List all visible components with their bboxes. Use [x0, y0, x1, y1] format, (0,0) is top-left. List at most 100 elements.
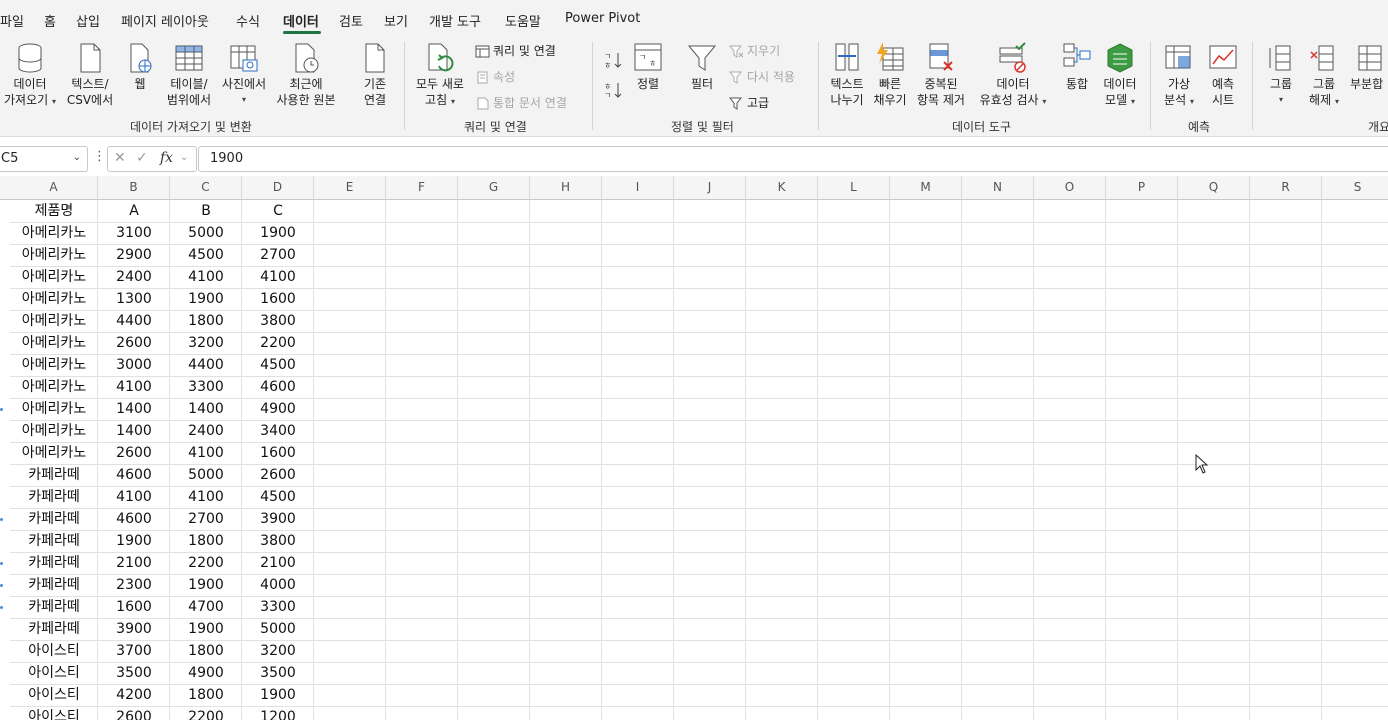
table-cell[interactable]: 3800 [242, 310, 314, 332]
filter-button[interactable]: 필터 [682, 42, 722, 92]
tab-page-layout[interactable]: 페이지 레이아웃 [121, 11, 209, 30]
table-cell[interactable]: 3400 [242, 420, 314, 442]
table-cell[interactable]: 2700 [170, 508, 242, 530]
table-cell[interactable]: 3300 [242, 596, 314, 618]
table-cell[interactable]: 아메리카노 [10, 398, 98, 420]
table-cell[interactable]: 5000 [170, 222, 242, 244]
table-cell[interactable]: 3300 [170, 376, 242, 398]
header-cell[interactable]: 제품명 [10, 200, 98, 222]
table-cell[interactable]: 5000 [170, 464, 242, 486]
tab-data[interactable]: 데이터 [283, 11, 319, 30]
table-cell[interactable]: 카페라떼 [10, 618, 98, 640]
header-cell[interactable]: C [242, 200, 314, 222]
edit-links-button[interactable]: 통합 문서 연결 [475, 95, 567, 111]
table-cell[interactable]: 1400 [98, 398, 170, 420]
table-cell[interactable]: 4600 [242, 376, 314, 398]
remove-duplicates-button[interactable]: 중복된 항목 제거 [912, 42, 970, 108]
sort-button[interactable]: ㄱ ㅎ 정렬 [628, 42, 668, 92]
table-cell[interactable]: 2900 [98, 244, 170, 266]
ungroup-button[interactable]: 그룹 해제 ▾ [1304, 42, 1344, 110]
table-cell[interactable]: 1600 [242, 288, 314, 310]
table-cell[interactable]: 2100 [242, 552, 314, 574]
table-cell[interactable]: 3700 [98, 640, 170, 662]
column-header-q[interactable]: Q [1178, 176, 1250, 199]
tab-formulas[interactable]: 수식 [236, 11, 260, 30]
table-cell[interactable]: 1400 [98, 420, 170, 442]
table-cell[interactable]: 아이스티 [10, 662, 98, 684]
tab-view[interactable]: 보기 [384, 11, 408, 30]
table-cell[interactable]: 아이스티 [10, 684, 98, 706]
chevron-down-icon[interactable]: ⌄ [73, 152, 81, 163]
table-cell[interactable]: 4200 [98, 684, 170, 706]
table-cell[interactable]: 2600 [98, 706, 170, 720]
tab-power-pivot[interactable]: Power Pivot [565, 11, 640, 26]
table-cell[interactable]: 4600 [98, 464, 170, 486]
column-header-e[interactable]: E [314, 176, 386, 199]
table-cell[interactable]: 1600 [98, 596, 170, 618]
what-if-analysis-button[interactable]: 가상 분석 ▾ [1154, 42, 1204, 110]
column-header-k[interactable]: K [746, 176, 818, 199]
chevron-down-icon[interactable]: ⌄ [180, 152, 188, 163]
table-cell[interactable]: 3200 [242, 640, 314, 662]
table-cell[interactable]: 4100 [170, 442, 242, 464]
table-cell[interactable]: 3000 [98, 354, 170, 376]
table-cell[interactable]: 1400 [170, 398, 242, 420]
tab-developer[interactable]: 개발 도구 [429, 11, 481, 30]
from-picture-button[interactable]: 사진에서 ▾ [218, 42, 270, 108]
column-header-c[interactable]: C [170, 176, 242, 199]
table-cell[interactable]: 카페라떼 [10, 596, 98, 618]
forecast-sheet-button[interactable]: 예측 시트 [1204, 42, 1242, 108]
name-box[interactable]: C5 ⌄ [0, 146, 88, 172]
table-cell[interactable]: 4900 [242, 398, 314, 420]
text-to-columns-button[interactable]: 텍스트 나누기 [824, 42, 870, 108]
table-cell[interactable]: 2600 [242, 464, 314, 486]
sort-za-button[interactable]: ㅎㄱ [603, 80, 623, 105]
table-cell[interactable]: 카페라떼 [10, 508, 98, 530]
from-web-button[interactable]: 웹 [122, 42, 158, 92]
table-cell[interactable]: 4100 [98, 486, 170, 508]
table-cell[interactable]: 2700 [242, 244, 314, 266]
column-header-g[interactable]: G [458, 176, 530, 199]
column-header-a[interactable]: A [10, 176, 98, 199]
table-cell[interactable]: 2100 [98, 552, 170, 574]
table-cell[interactable]: 2600 [98, 442, 170, 464]
table-cell[interactable]: 2200 [170, 552, 242, 574]
group-button[interactable]: 그룹 ▾ [1262, 42, 1300, 108]
table-cell[interactable]: 5000 [242, 618, 314, 640]
table-cell[interactable]: 아메리카노 [10, 288, 98, 310]
table-cell[interactable]: 아메리카노 [10, 442, 98, 464]
table-cell[interactable]: 1900 [242, 222, 314, 244]
table-cell[interactable]: 1800 [170, 310, 242, 332]
table-cell[interactable]: 2300 [98, 574, 170, 596]
column-header-j[interactable]: J [674, 176, 746, 199]
column-header-r[interactable]: R [1250, 176, 1322, 199]
column-header-l[interactable]: L [818, 176, 890, 199]
existing-connections-button[interactable]: 기존 연결 [350, 42, 400, 108]
enter-icon[interactable]: ✓ [136, 150, 148, 166]
table-cell[interactable]: 1200 [242, 706, 314, 720]
table-cell[interactable]: 4600 [98, 508, 170, 530]
table-cell[interactable]: 3500 [98, 662, 170, 684]
more-options-icon[interactable]: ⋮ [93, 149, 106, 164]
column-header-i[interactable]: I [602, 176, 674, 199]
properties-button[interactable]: 속성 [475, 69, 515, 85]
column-header-m[interactable]: M [890, 176, 962, 199]
column-header-n[interactable]: N [962, 176, 1034, 199]
refresh-all-button[interactable]: 모두 새로 고침 ▾ [410, 42, 470, 110]
column-header-d[interactable]: D [242, 176, 314, 199]
sort-az-button[interactable]: ㄱㅎ [603, 50, 623, 75]
table-cell[interactable]: 2400 [170, 420, 242, 442]
cancel-icon[interactable]: ✕ [114, 150, 126, 166]
queries-connections-button[interactable]: 쿼리 및 연결 [475, 43, 556, 59]
table-cell[interactable]: 3900 [98, 618, 170, 640]
column-header-p[interactable]: P [1106, 176, 1178, 199]
table-cell[interactable]: 2200 [170, 706, 242, 720]
table-cell[interactable]: 3500 [242, 662, 314, 684]
recent-sources-button[interactable]: 최근에 사용한 원본 [272, 42, 340, 108]
from-table-range-button[interactable]: 테이블/ 범위에서 [162, 42, 216, 108]
flash-fill-button[interactable]: 빠른 채우기 [870, 42, 910, 108]
worksheet-grid[interactable]: ABCDEFGHIJKLMNOPQRS 제품명 A B C 아메리카노 3100 5000 1… [0, 176, 1388, 720]
table-cell[interactable]: 1900 [170, 574, 242, 596]
column-header-s[interactable]: S [1322, 176, 1388, 199]
table-cell[interactable]: 4000 [242, 574, 314, 596]
